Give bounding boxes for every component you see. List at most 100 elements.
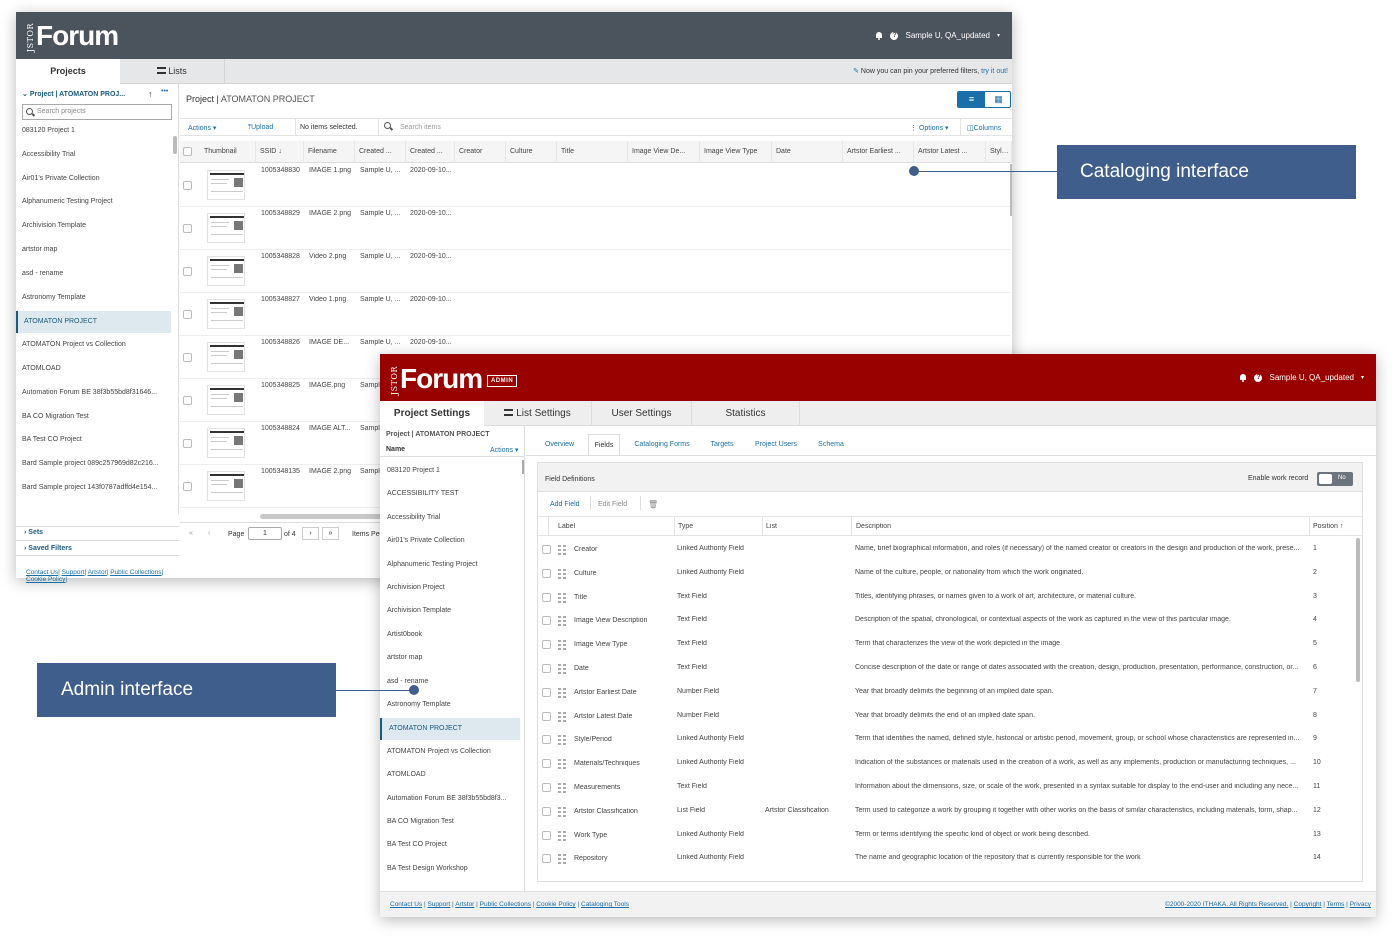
type-column-header[interactable]: Type xyxy=(678,523,693,530)
field-row[interactable]: Image View Type Text Field Term that chara… xyxy=(538,633,1353,656)
page-input[interactable]: 1 xyxy=(248,527,282,540)
position-column-header[interactable]: Position ↑ xyxy=(1313,523,1343,530)
horizontal-scrollbar[interactable] xyxy=(260,514,390,519)
field-row[interactable]: Culture Linked Authority Field Name of the… xyxy=(538,562,1353,585)
row-checkbox[interactable] xyxy=(183,396,192,405)
list-view-icon[interactable]: ≡ xyxy=(958,92,985,107)
label-column-header[interactable]: Label xyxy=(558,523,575,530)
field-checkbox[interactable] xyxy=(542,545,551,554)
footer-link[interactable]: Contact Us xyxy=(390,901,422,908)
footer-link[interactable]: Copyright xyxy=(1294,901,1322,908)
field-checkbox[interactable] xyxy=(542,687,551,697)
select-all-checkbox[interactable] xyxy=(183,147,192,156)
drag-handle-icon[interactable] xyxy=(558,545,567,555)
tab-lists[interactable]: Lists xyxy=(120,59,225,84)
field-checkbox[interactable] xyxy=(542,759,551,769)
upload-button[interactable]: ⤒Upload xyxy=(248,124,273,132)
prev-page-button[interactable]: ‹ xyxy=(208,530,210,537)
field-row[interactable]: Work Type Linked Authority Field Term or t… xyxy=(538,824,1353,847)
user-menu[interactable]: ? Sample U, QA_updated ▾ xyxy=(1239,373,1364,382)
column-header[interactable]: Creator xyxy=(455,141,506,163)
footer-link[interactable]: Artstor xyxy=(88,569,107,576)
drag-handle-icon[interactable] xyxy=(558,664,567,674)
column-header[interactable]: Image View De... xyxy=(628,141,700,163)
drag-handle-icon[interactable] xyxy=(558,806,567,817)
project-list-item[interactable]: ATOMATON Project vs Collection xyxy=(16,335,171,355)
drag-handle-icon[interactable] xyxy=(558,711,567,722)
field-checkbox[interactable] xyxy=(542,735,551,745)
scrollbar[interactable] xyxy=(1356,538,1360,682)
field-checkbox[interactable] xyxy=(542,783,551,792)
scrollbar[interactable] xyxy=(522,460,524,474)
drag-handle-icon[interactable] xyxy=(558,640,567,651)
column-header[interactable]: Style/P xyxy=(986,141,1012,163)
admin-project-list-item[interactable]: ACCESSIBILITY TEST xyxy=(380,484,520,504)
row-checkbox[interactable] xyxy=(183,439,192,448)
thumbnail-image[interactable] xyxy=(207,342,245,372)
tab-statistics[interactable]: Statistics xyxy=(692,401,800,426)
column-header[interactable]: Artstor Earliest ... xyxy=(843,141,914,163)
admin-project-list-item[interactable]: Automation Forum BE 38f3b55bd8f3... xyxy=(380,789,520,809)
admin-project-list-item[interactable]: Alphanumeric Testing Project xyxy=(380,555,520,575)
try-it-out-link[interactable]: try it out! xyxy=(981,68,1008,75)
copyright-notice[interactable]: ©2000-2020 ITHAKA. All Rights Reserved. xyxy=(1165,901,1288,908)
thumbnail-image[interactable] xyxy=(207,428,245,458)
saved-filters-toggle[interactable]: › Saved Filters xyxy=(24,545,72,552)
admin-project-list-item[interactable]: ATOMATON PROJECT xyxy=(380,718,520,741)
field-checkbox[interactable] xyxy=(542,806,551,816)
grid-view-icon[interactable]: ▦ xyxy=(985,92,1010,107)
edit-field-button[interactable]: Edit Field xyxy=(598,501,627,508)
first-page-button[interactable]: « xyxy=(189,530,193,537)
field-row[interactable]: Artstor Classification List Field Artstor … xyxy=(538,800,1353,823)
project-list-item[interactable]: asd - rename xyxy=(16,264,171,284)
admin-project-list-item[interactable]: asd - rename xyxy=(380,672,520,692)
project-list-item[interactable]: BA CO Migration Test xyxy=(16,407,171,427)
work-record-toggle[interactable]: No xyxy=(1317,472,1353,486)
table-row[interactable]: 1005348830 IMAGE 1.png Sample U, ... 2020-0… xyxy=(180,164,1010,207)
footer-link[interactable]: Cookie Policy xyxy=(536,901,575,908)
project-list-item[interactable]: artstor map xyxy=(16,240,171,260)
admin-project-list-item[interactable]: BA Test Design Workshop xyxy=(380,859,520,879)
admin-actions-menu[interactable]: Actions ▾ xyxy=(490,446,518,454)
column-header[interactable]: Image View Type xyxy=(700,141,772,163)
field-checkbox[interactable] xyxy=(542,830,551,840)
row-checkbox[interactable] xyxy=(183,353,192,362)
project-list-item[interactable]: BA Test CO Project xyxy=(16,430,171,450)
table-row[interactable]: 1005348827 Video 1.png Sample U, ... 2020-0… xyxy=(180,293,1010,336)
thumbnail-image[interactable] xyxy=(207,170,245,200)
project-list-item[interactable]: Bard Sample project 143f0787adffd4e154..… xyxy=(16,478,171,498)
last-page-button[interactable]: » xyxy=(322,527,339,540)
forum-logo[interactable]: Forum xyxy=(400,363,483,395)
admin-project-list-item[interactable]: ATOMLOAD xyxy=(380,765,520,785)
sets-toggle[interactable]: › Sets xyxy=(24,529,43,536)
subtab-schema[interactable]: Schema xyxy=(810,434,852,456)
options-menu[interactable]: ⋮ Options ▾ xyxy=(910,124,949,132)
row-checkbox[interactable] xyxy=(183,224,192,233)
field-row[interactable]: Artstor Earliest Date Number Field Year th… xyxy=(538,681,1353,704)
column-header[interactable]: Filename xyxy=(304,141,355,163)
column-header[interactable]: Artstor Latest ... xyxy=(914,141,986,163)
subtab-cataloging-forms[interactable]: Cataloging Forms xyxy=(626,434,698,456)
tab-projects[interactable]: Projects xyxy=(16,59,120,84)
subtab-project-users[interactable]: Project Users xyxy=(746,434,806,456)
subtab-overview[interactable]: Overview xyxy=(537,434,582,456)
bell-icon[interactable] xyxy=(875,31,883,40)
row-checkbox[interactable] xyxy=(183,310,192,319)
thumbnail-image[interactable] xyxy=(207,471,245,501)
field-checkbox[interactable] xyxy=(542,616,551,626)
field-row[interactable]: Date Text Field Concise description of the… xyxy=(538,657,1353,680)
tab-project-settings[interactable]: Project Settings xyxy=(380,401,484,426)
trash-icon[interactable]: 🗑 xyxy=(648,500,658,509)
admin-project-list-item[interactable]: Astronomy Template xyxy=(380,695,520,715)
description-column-header[interactable]: Description xyxy=(856,523,891,530)
field-row[interactable]: Title Text Field Titles, identifying phras… xyxy=(538,586,1353,609)
project-list-item[interactable]: Astronomy Template xyxy=(16,288,171,308)
field-row[interactable]: Repository Linked Authority Field The name… xyxy=(538,847,1353,870)
footer-link[interactable]: Public Collections xyxy=(110,569,161,576)
project-list-item[interactable]: ATOMATON PROJECT xyxy=(16,311,171,334)
field-row[interactable]: Image View Description Text Field Descript… xyxy=(538,609,1353,632)
thumbnail-image[interactable] xyxy=(207,385,245,415)
admin-project-list-item[interactable]: BA CO Migration Test xyxy=(380,812,520,832)
subtab-targets[interactable]: Targets xyxy=(702,434,742,456)
help-icon[interactable]: ? xyxy=(1254,373,1263,382)
